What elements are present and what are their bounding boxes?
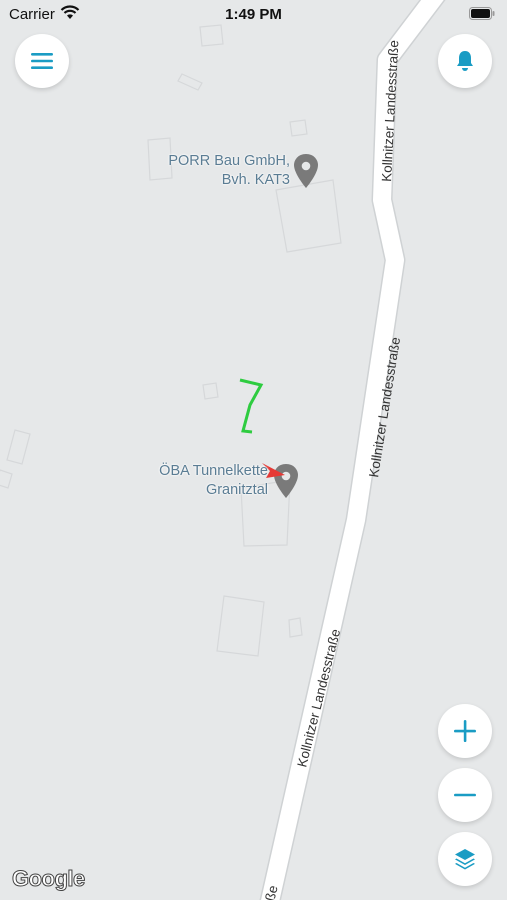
plus-icon [454,720,476,742]
poi-label-line1: PORR Bau GmbH, [168,153,290,169]
layers-button[interactable] [438,832,492,886]
poi-label-line2: Bvh. KAT3 [221,172,290,188]
clock: 1:49 PM [225,6,282,23]
google-attribution-logo: Google [12,866,86,892]
battery-icon [469,7,495,20]
zoom-in-button[interactable] [438,704,492,758]
bell-icon [457,51,473,71]
notifications-button[interactable] [438,34,492,88]
map-canvas[interactable]: Kollnitzer Landesstraße Kollnitzer Lande… [0,0,507,900]
hamburger-menu-icon [31,53,53,69]
status-bar: Carrier 1:49 PM [0,0,507,30]
minus-icon [454,793,476,797]
poi-label-porr[interactable]: PORR Bau GmbH, Bvh. KAT3 [140,152,290,190]
poi-label-line1: ÖBA Tunnelkette [159,463,268,479]
zoom-out-button[interactable] [438,768,492,822]
menu-button[interactable] [15,34,69,88]
poi-label-line2: Granitztal [205,482,268,498]
layers-icon [455,849,475,870]
poi-label-oeba[interactable]: ÖBA Tunnelkette Granitztal [118,462,268,500]
